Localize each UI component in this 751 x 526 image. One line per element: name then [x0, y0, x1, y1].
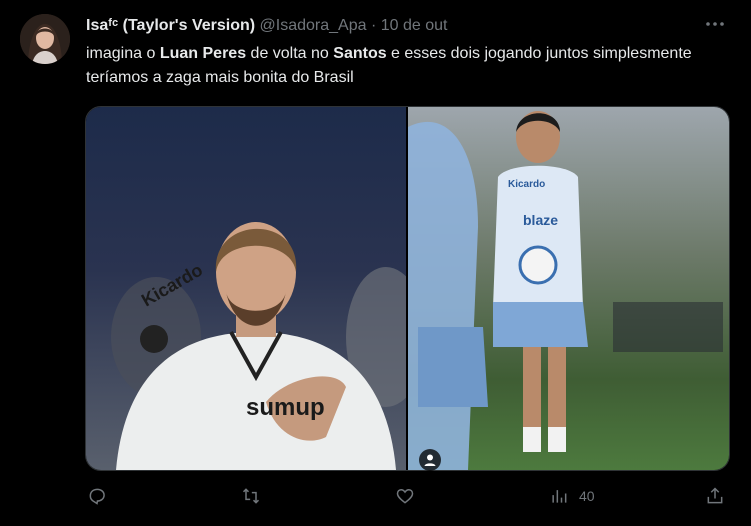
views-button[interactable]: 40: [549, 482, 595, 510]
views-count: 40: [579, 488, 595, 504]
separator-dot: ·: [370, 17, 377, 34]
share-icon: [707, 487, 723, 504]
retweet-button[interactable]: [241, 482, 261, 510]
tweet-text-bold-luan: Luan Peres: [159, 45, 247, 62]
tweet-text-part: de volta no: [246, 45, 334, 62]
tweet-text: imagina o Luan Peres de volta no Santos …: [86, 42, 706, 90]
tweet: Isaᶠᶜ (Taylor's Version) @Isadora_Apa · …: [0, 0, 751, 526]
jersey-sponsor-text: blaze: [523, 212, 558, 228]
photo-luan-peres[interactable]: sumup Kicardo: [86, 107, 406, 470]
photo-santos-player[interactable]: blaze Kicardo: [408, 107, 729, 470]
user-tag-icon[interactable]: [419, 449, 441, 471]
reply-button[interactable]: [87, 482, 107, 510]
tweet-header: Isaᶠᶜ (Taylor's Version) @Isadora_Apa · …: [86, 15, 691, 37]
tweet-timestamp[interactable]: 10 de out: [381, 17, 448, 34]
tweet-text-part: imagina o: [86, 45, 160, 62]
action-bar: 40: [85, 482, 735, 510]
tweet-text-bold-santos: Santos: [333, 45, 387, 62]
like-icon: [396, 488, 414, 504]
jersey-sponsor-text: sumup: [246, 394, 325, 421]
avatar[interactable]: [20, 14, 70, 64]
tweet-media: sumup Kicardo blaze Kicardo: [85, 106, 730, 471]
jersey-chest-text: Kicardo: [508, 179, 545, 190]
author-handle[interactable]: @Isadora_Apa: [260, 17, 367, 34]
reply-icon: [89, 488, 105, 505]
more-icon[interactable]: [703, 12, 727, 36]
views-icon: [552, 490, 567, 503]
author-name[interactable]: Isaᶠᶜ (Taylor's Version): [86, 17, 255, 34]
like-button[interactable]: [395, 482, 415, 510]
retweet-icon: [242, 488, 260, 504]
share-button[interactable]: [705, 482, 725, 510]
